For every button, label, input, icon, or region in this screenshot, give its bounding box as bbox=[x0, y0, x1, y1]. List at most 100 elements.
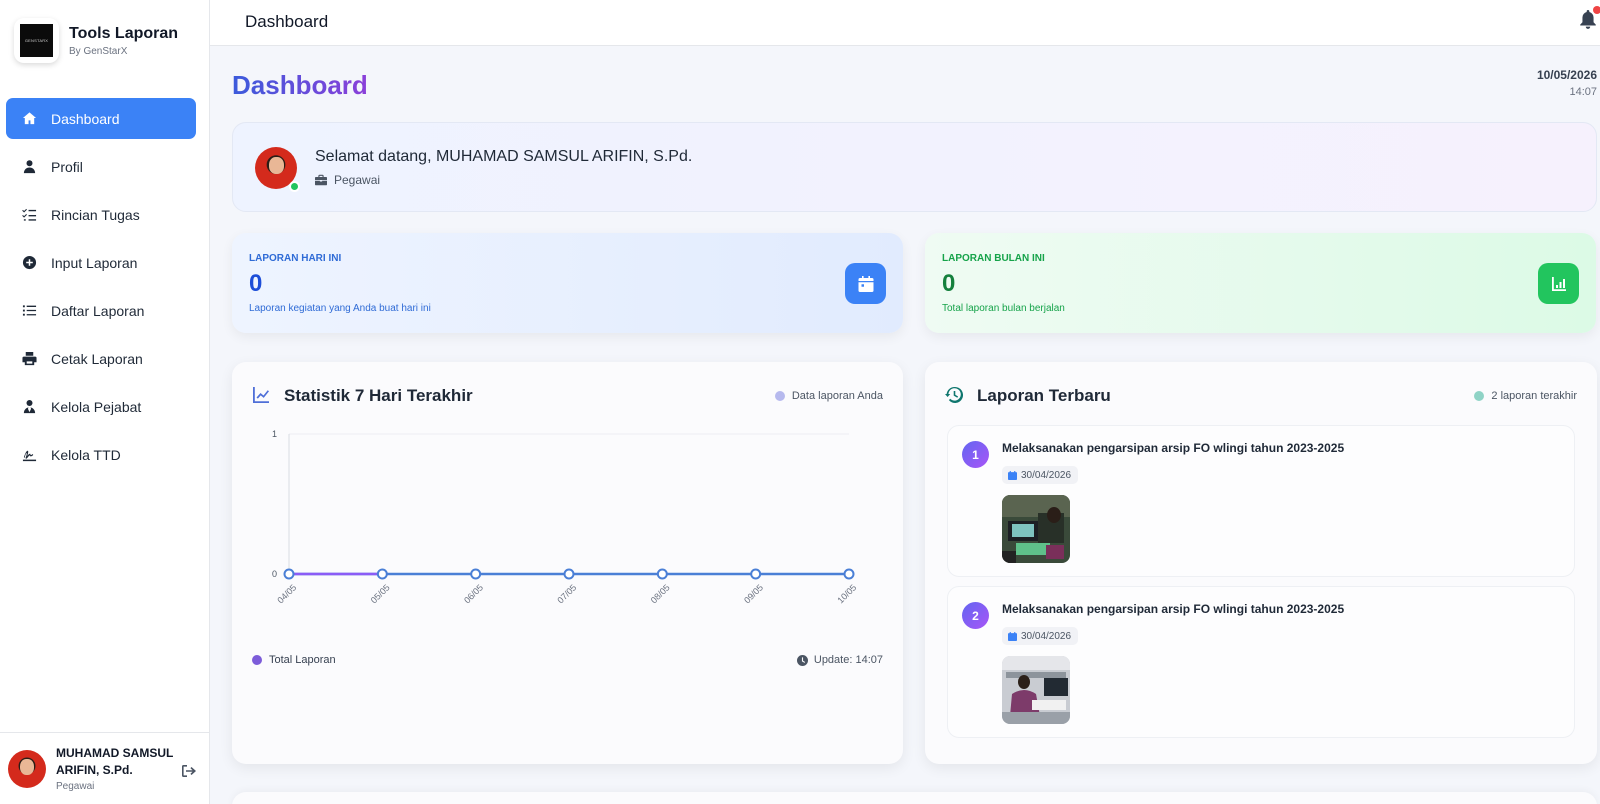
page-title: Dashboard bbox=[232, 70, 368, 100]
signature-icon bbox=[20, 446, 38, 464]
x-tick-label: 07/05 bbox=[555, 582, 578, 605]
logout-icon[interactable] bbox=[181, 763, 197, 779]
brand-logo: GENSTARX bbox=[14, 18, 59, 63]
online-status-dot bbox=[289, 181, 300, 192]
sidebar-item-cetak-laporan[interactable]: Cetak Laporan bbox=[6, 338, 196, 379]
data-point bbox=[470, 568, 482, 580]
home-icon bbox=[20, 110, 38, 128]
stat-label: LAPORAN HARI INI bbox=[249, 253, 342, 264]
report-thumbnail[interactable] bbox=[1002, 495, 1070, 563]
calendar-icon bbox=[845, 263, 886, 304]
welcome-role-label: Pegawai bbox=[334, 173, 381, 187]
user-role: Pegawai bbox=[56, 781, 95, 792]
brand-title: Tools Laporan bbox=[69, 24, 179, 42]
sidebar-item-kelola-ttd[interactable]: Kelola TTD bbox=[6, 434, 196, 475]
report-title[interactable]: Melaksanakan pengarsipan arsip FO wlingi… bbox=[1002, 602, 1344, 616]
briefcase-icon bbox=[315, 174, 327, 186]
topbar: Dashboard bbox=[210, 0, 1600, 46]
sidebar-item-label: Dashboard bbox=[51, 110, 120, 127]
legend-label: Total Laporan bbox=[269, 654, 336, 666]
avatar[interactable] bbox=[8, 749, 46, 788]
report-number: 2 bbox=[962, 602, 989, 629]
count-label: 2 laporan terakhir bbox=[1491, 390, 1577, 402]
y-tick-label: 0 bbox=[272, 569, 277, 579]
report-date: 30/04/2026 bbox=[1002, 466, 1079, 484]
legend-dot bbox=[774, 391, 785, 401]
bell-icon[interactable] bbox=[1579, 6, 1600, 30]
chart-update-time: Update: 14:07 bbox=[796, 654, 883, 666]
welcome-card: Selamat datang, MUHAMAD SAMSUL ARIFIN, S… bbox=[232, 122, 1597, 212]
x-tick-label: 05/05 bbox=[369, 582, 392, 605]
report-item[interactable]: 1 Melaksanakan pengarsipan arsip FO wlin… bbox=[947, 425, 1575, 577]
brand-subtitle: By GenStarX bbox=[69, 45, 128, 57]
y-tick-label: 1 bbox=[272, 429, 277, 439]
date-time: 10/05/2026 14:07 bbox=[1537, 68, 1597, 98]
recent-reports-title: Laporan Terbaru bbox=[977, 386, 1111, 405]
report-date-label: 30/04/2026 bbox=[1021, 469, 1072, 481]
chart-legend-top: Data laporan Anda bbox=[774, 390, 883, 402]
update-label: Update: 14:07 bbox=[813, 654, 883, 666]
report-date: 30/04/2026 bbox=[1002, 627, 1079, 645]
recent-reports-panel: Laporan Terbaru 2 laporan terakhir 1 Mel… bbox=[925, 362, 1597, 764]
stat-value: 0 bbox=[249, 270, 263, 297]
x-tick-label: 04/05 bbox=[275, 582, 298, 605]
x-tick-label: 06/05 bbox=[462, 582, 485, 605]
clock-icon bbox=[796, 654, 808, 666]
sidebar-item-label: Daftar Laporan bbox=[51, 302, 145, 319]
sidebar-item-rincian-tugas[interactable]: Rincian Tugas bbox=[6, 194, 196, 235]
list-icon bbox=[20, 302, 38, 320]
sidebar-user: MUHAMAD SAMSUL ARIFIN, S.Pd. Pegawai bbox=[0, 732, 210, 804]
brand-logo-image: GENSTARX bbox=[20, 24, 53, 57]
bar-chart-icon bbox=[1538, 263, 1579, 304]
report-date-label: 30/04/2026 bbox=[1021, 630, 1072, 642]
sidebar-item-profil[interactable]: Profil bbox=[6, 146, 196, 187]
sidebar-item-daftar-laporan[interactable]: Daftar Laporan bbox=[6, 290, 196, 331]
brand[interactable]: GENSTARX Tools Laporan By GenStarX bbox=[14, 18, 178, 63]
user-icon bbox=[20, 158, 38, 176]
print-icon bbox=[20, 350, 38, 368]
data-point bbox=[563, 568, 575, 580]
stat-card-month: LAPORAN BULAN INI 0 Total laporan bulan … bbox=[925, 233, 1596, 333]
stat-description: Laporan kegiatan yang Anda buat hari ini bbox=[249, 303, 431, 314]
legend-dot bbox=[1474, 391, 1485, 401]
history-icon bbox=[945, 386, 964, 404]
stat-value: 0 bbox=[942, 270, 956, 297]
avatar bbox=[255, 147, 300, 192]
data-point bbox=[843, 568, 855, 580]
sidebar-nav: Dashboard Profil Rincian Tugas Input Lap… bbox=[6, 98, 196, 482]
sidebar-item-label: Profil bbox=[51, 158, 83, 175]
chart-title: Statistik 7 Hari Terakhir bbox=[284, 386, 473, 405]
sidebar-item-label: Kelola TTD bbox=[51, 446, 121, 463]
sidebar-item-kelola-pejabat[interactable]: Kelola Pejabat bbox=[6, 386, 196, 427]
legend-label: Data laporan Anda bbox=[791, 390, 883, 402]
sidebar-item-dashboard[interactable]: Dashboard bbox=[6, 98, 196, 139]
x-tick-label: 08/05 bbox=[649, 582, 672, 605]
current-date: 10/05/2026 bbox=[1536, 68, 1597, 82]
x-tick-label: 10/05 bbox=[835, 582, 858, 605]
sidebar: GENSTARX Tools Laporan By GenStarX Dashb… bbox=[0, 0, 210, 804]
data-point bbox=[283, 568, 295, 580]
sidebar-item-label: Cetak Laporan bbox=[51, 350, 143, 367]
welcome-text: Selamat datang, MUHAMAD SAMSUL ARIFIN, S… bbox=[315, 148, 693, 165]
topbar-title: Dashboard bbox=[245, 12, 329, 31]
recent-reports-count: 2 laporan terakhir bbox=[1474, 390, 1577, 402]
next-section-card bbox=[232, 792, 1597, 804]
welcome-role: Pegawai bbox=[315, 173, 380, 187]
x-tick-label: 09/05 bbox=[742, 582, 765, 605]
sidebar-item-input-laporan[interactable]: Input Laporan bbox=[6, 242, 196, 283]
data-point bbox=[376, 568, 388, 580]
stat-card-today: LAPORAN HARI INI 0 Laporan kegiatan yang… bbox=[232, 233, 903, 333]
legend-dot bbox=[252, 655, 262, 665]
notification-dot bbox=[1593, 6, 1600, 14]
sidebar-item-label: Input Laporan bbox=[51, 254, 138, 271]
report-item[interactable]: 2 Melaksanakan pengarsipan arsip FO wlin… bbox=[947, 586, 1575, 738]
plus-circle-icon bbox=[20, 254, 38, 272]
calendar-icon bbox=[1008, 631, 1017, 641]
report-thumbnail[interactable] bbox=[1002, 656, 1070, 724]
data-point bbox=[750, 568, 762, 580]
user-tie-icon bbox=[20, 398, 38, 416]
data-point bbox=[656, 568, 668, 580]
current-time: 14:07 bbox=[1569, 86, 1597, 98]
report-title[interactable]: Melaksanakan pengarsipan arsip FO wlingi… bbox=[1002, 441, 1344, 455]
chart-panel: Statistik 7 Hari Terakhir Data laporan A… bbox=[232, 362, 903, 764]
